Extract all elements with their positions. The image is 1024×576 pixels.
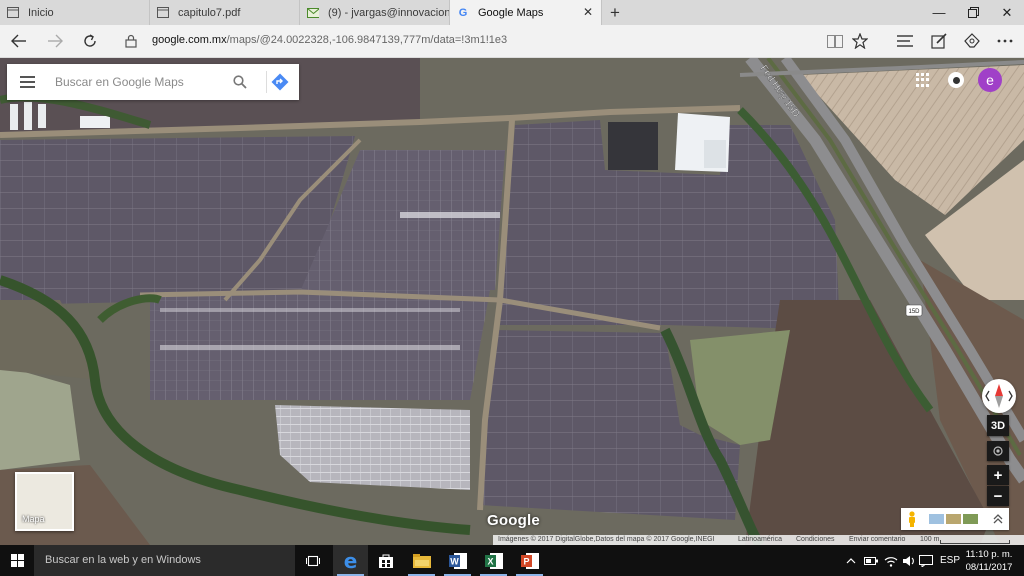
tab-title: Inicio (28, 6, 54, 19)
google-logo: Google (487, 512, 540, 529)
svg-text:X: X (487, 556, 493, 566)
zoom-out-button[interactable]: − (987, 486, 1009, 506)
action-center-icon[interactable] (919, 545, 933, 576)
clock[interactable]: 11:10 p. m. 08/11/2017 (960, 548, 1018, 574)
imagery-thumb[interactable] (963, 514, 978, 524)
restore-button[interactable] (956, 0, 990, 25)
apps-grid-icon[interactable] (916, 73, 930, 87)
my-location-button[interactable] (987, 441, 1009, 461)
volume-icon[interactable] (902, 545, 916, 576)
web-note-icon[interactable] (926, 29, 952, 53)
more-icon[interactable] (992, 29, 1018, 53)
imagery-bar (901, 508, 1009, 530)
language-indicator[interactable]: ESP (940, 545, 960, 576)
highway-shield: 15D (905, 304, 923, 317)
feedback-link[interactable]: Enviar comentario (849, 536, 905, 543)
search-input[interactable]: Buscar en Google Maps (55, 75, 184, 89)
word-icon[interactable]: W (440, 545, 475, 576)
tab-title: capitulo7.pdf (178, 6, 241, 19)
url-host: google.com.mx (152, 34, 227, 46)
region-link[interactable]: Latinoamérica (738, 536, 782, 543)
tab-mail[interactable]: (9) - jvargas@innovacionagri (300, 0, 450, 25)
url-path: /maps/@24.0022328,-106.9847139,777m/data… (226, 34, 508, 46)
3d-toggle-button[interactable]: 3D (987, 415, 1009, 436)
page-icon (7, 7, 19, 19)
pegman-icon[interactable] (906, 511, 918, 527)
close-tab-icon[interactable]: ✕ (583, 5, 593, 19)
svg-text:W: W (450, 556, 459, 566)
map-type-label: Mapa (22, 514, 45, 524)
notifications-icon[interactable] (948, 72, 964, 88)
clock-time: 11:10 p. m. (965, 549, 1013, 560)
refresh-button[interactable] (77, 29, 103, 53)
imagery-thumb[interactable] (929, 514, 944, 524)
scale-label: 100 m (920, 536, 940, 543)
hub-icon[interactable] (892, 29, 918, 53)
windows-logo-icon (10, 554, 24, 567)
taskbar: Buscar en la web y en Windows e W X P ES… (0, 545, 1024, 576)
google-icon: G (458, 6, 468, 19)
back-button[interactable] (6, 29, 32, 53)
scale-bar (940, 540, 1010, 544)
expand-icon[interactable] (993, 514, 1003, 524)
lock-icon (118, 29, 144, 53)
maps-search-box: Buscar en Google Maps (7, 64, 299, 100)
navigation-bar: google.com.mx/maps/@24.0022328,-106.9847… (0, 25, 1024, 58)
close-window-button[interactable]: ✕ (990, 0, 1024, 25)
share-icon[interactable] (959, 29, 985, 53)
minimize-button[interactable]: — (922, 0, 956, 25)
satellite-imagery: Fed Hwy 15D 15D (0, 58, 1024, 545)
reading-view-icon[interactable] (822, 29, 848, 53)
battery-icon[interactable] (864, 545, 878, 576)
tab-capitulo7[interactable]: capitulo7.pdf (150, 0, 300, 25)
tab-google-maps[interactable]: G Google Maps ✕ (450, 0, 602, 25)
compass-icon[interactable] (982, 379, 1016, 413)
location-icon (993, 446, 1003, 456)
address-field[interactable]: google.com.mx/maps/@24.0022328,-106.9847… (152, 34, 507, 46)
forward-button[interactable] (42, 29, 68, 53)
clock-date: 08/11/2017 (965, 562, 1013, 573)
start-button[interactable] (0, 545, 34, 576)
mail-icon (307, 7, 319, 19)
favorite-star-icon[interactable] (847, 29, 873, 53)
screen: Inicio capitulo7.pdf (9) - jvargas@innov… (0, 0, 1024, 576)
svg-text:15D: 15D (908, 309, 920, 315)
taskbar-search[interactable]: Buscar en la web y en Windows (34, 545, 295, 576)
wifi-icon[interactable] (884, 545, 898, 576)
file-explorer-icon[interactable] (404, 545, 439, 576)
excel-icon[interactable]: X (476, 545, 511, 576)
terms-link[interactable]: Condiciones (796, 536, 835, 543)
powerpoint-icon[interactable]: P (512, 545, 547, 576)
tab-title: (9) - jvargas@innovacionagri (328, 6, 450, 19)
imagery-thumb[interactable] (946, 514, 961, 524)
task-view-icon[interactable] (295, 545, 330, 576)
svg-text:P: P (523, 556, 529, 566)
tab-title: Google Maps (478, 6, 544, 19)
tab-strip: Inicio capitulo7.pdf (9) - jvargas@innov… (0, 0, 1024, 25)
zoom-in-button[interactable]: + (987, 465, 1009, 485)
store-icon[interactable] (368, 545, 403, 576)
edge-browser-icon[interactable]: e (333, 545, 368, 576)
imagery-credit: Imágenes © 2017 DigitalGlobe,Datos del m… (498, 536, 715, 543)
new-tab-button[interactable]: + (602, 0, 628, 25)
page-icon (157, 7, 169, 19)
search-icon[interactable] (233, 75, 247, 89)
divider (266, 71, 267, 93)
show-hidden-icons[interactable] (846, 545, 856, 576)
map-type-toggle[interactable]: Mapa (15, 472, 74, 531)
satellite-map[interactable]: Fed Hwy 15D 15D (0, 58, 1024, 545)
menu-icon[interactable] (20, 76, 35, 91)
avatar[interactable]: e (978, 68, 1002, 92)
directions-icon[interactable] (271, 73, 289, 91)
tab-inicio[interactable]: Inicio (0, 0, 150, 25)
